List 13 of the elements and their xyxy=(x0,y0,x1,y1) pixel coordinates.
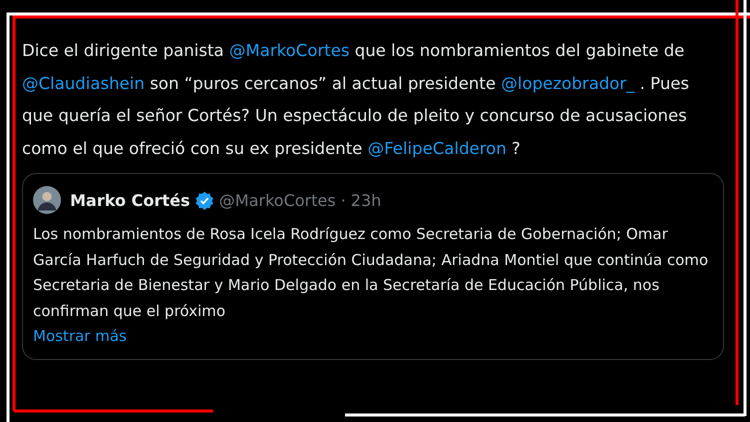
post-time: 23h xyxy=(350,190,382,210)
mention-link[interactable]: @Claudiashein xyxy=(22,74,145,92)
mention-link[interactable]: @FelipeCalderon xyxy=(368,138,506,158)
separator-dot: · xyxy=(340,190,346,210)
quoted-text: Los nombramientos de Rosa Icela Rodríguez como Secretaria de Gobernación; Omar García Harfuch de Seguridad y Protección Ciudadana; Ariadna Montiel que continúa como Secretaria de Bienestar y Mario Delgado en la Secretaría de Educación Pública, nos confirman que el próximo xyxy=(33,224,710,322)
mention-link[interactable]: @MarkoCortes xyxy=(229,41,350,60)
author-name: Marko Cortés xyxy=(70,190,190,210)
quoted-tweet-card[interactable] xyxy=(22,173,724,360)
show-more-link[interactable]: Mostrar más xyxy=(33,324,127,349)
author-handle: @MarkoCortes xyxy=(219,190,336,210)
mention-link[interactable]: @lopezobrador_ xyxy=(501,74,635,92)
tweet-text: Dice el dirigente panista @MarkoCortes que los nombramientos del gabinete de @Claudiashein son “puros cercanos” al actual presidente @lopezobrador_ . Pues que quería el señor Cortés? Un espectáculo de pleito y concurso de acusaciones como el que ofreció con su ex presidente @FelipeCalderon ? xyxy=(22,40,690,160)
avatar-icon xyxy=(33,186,61,214)
